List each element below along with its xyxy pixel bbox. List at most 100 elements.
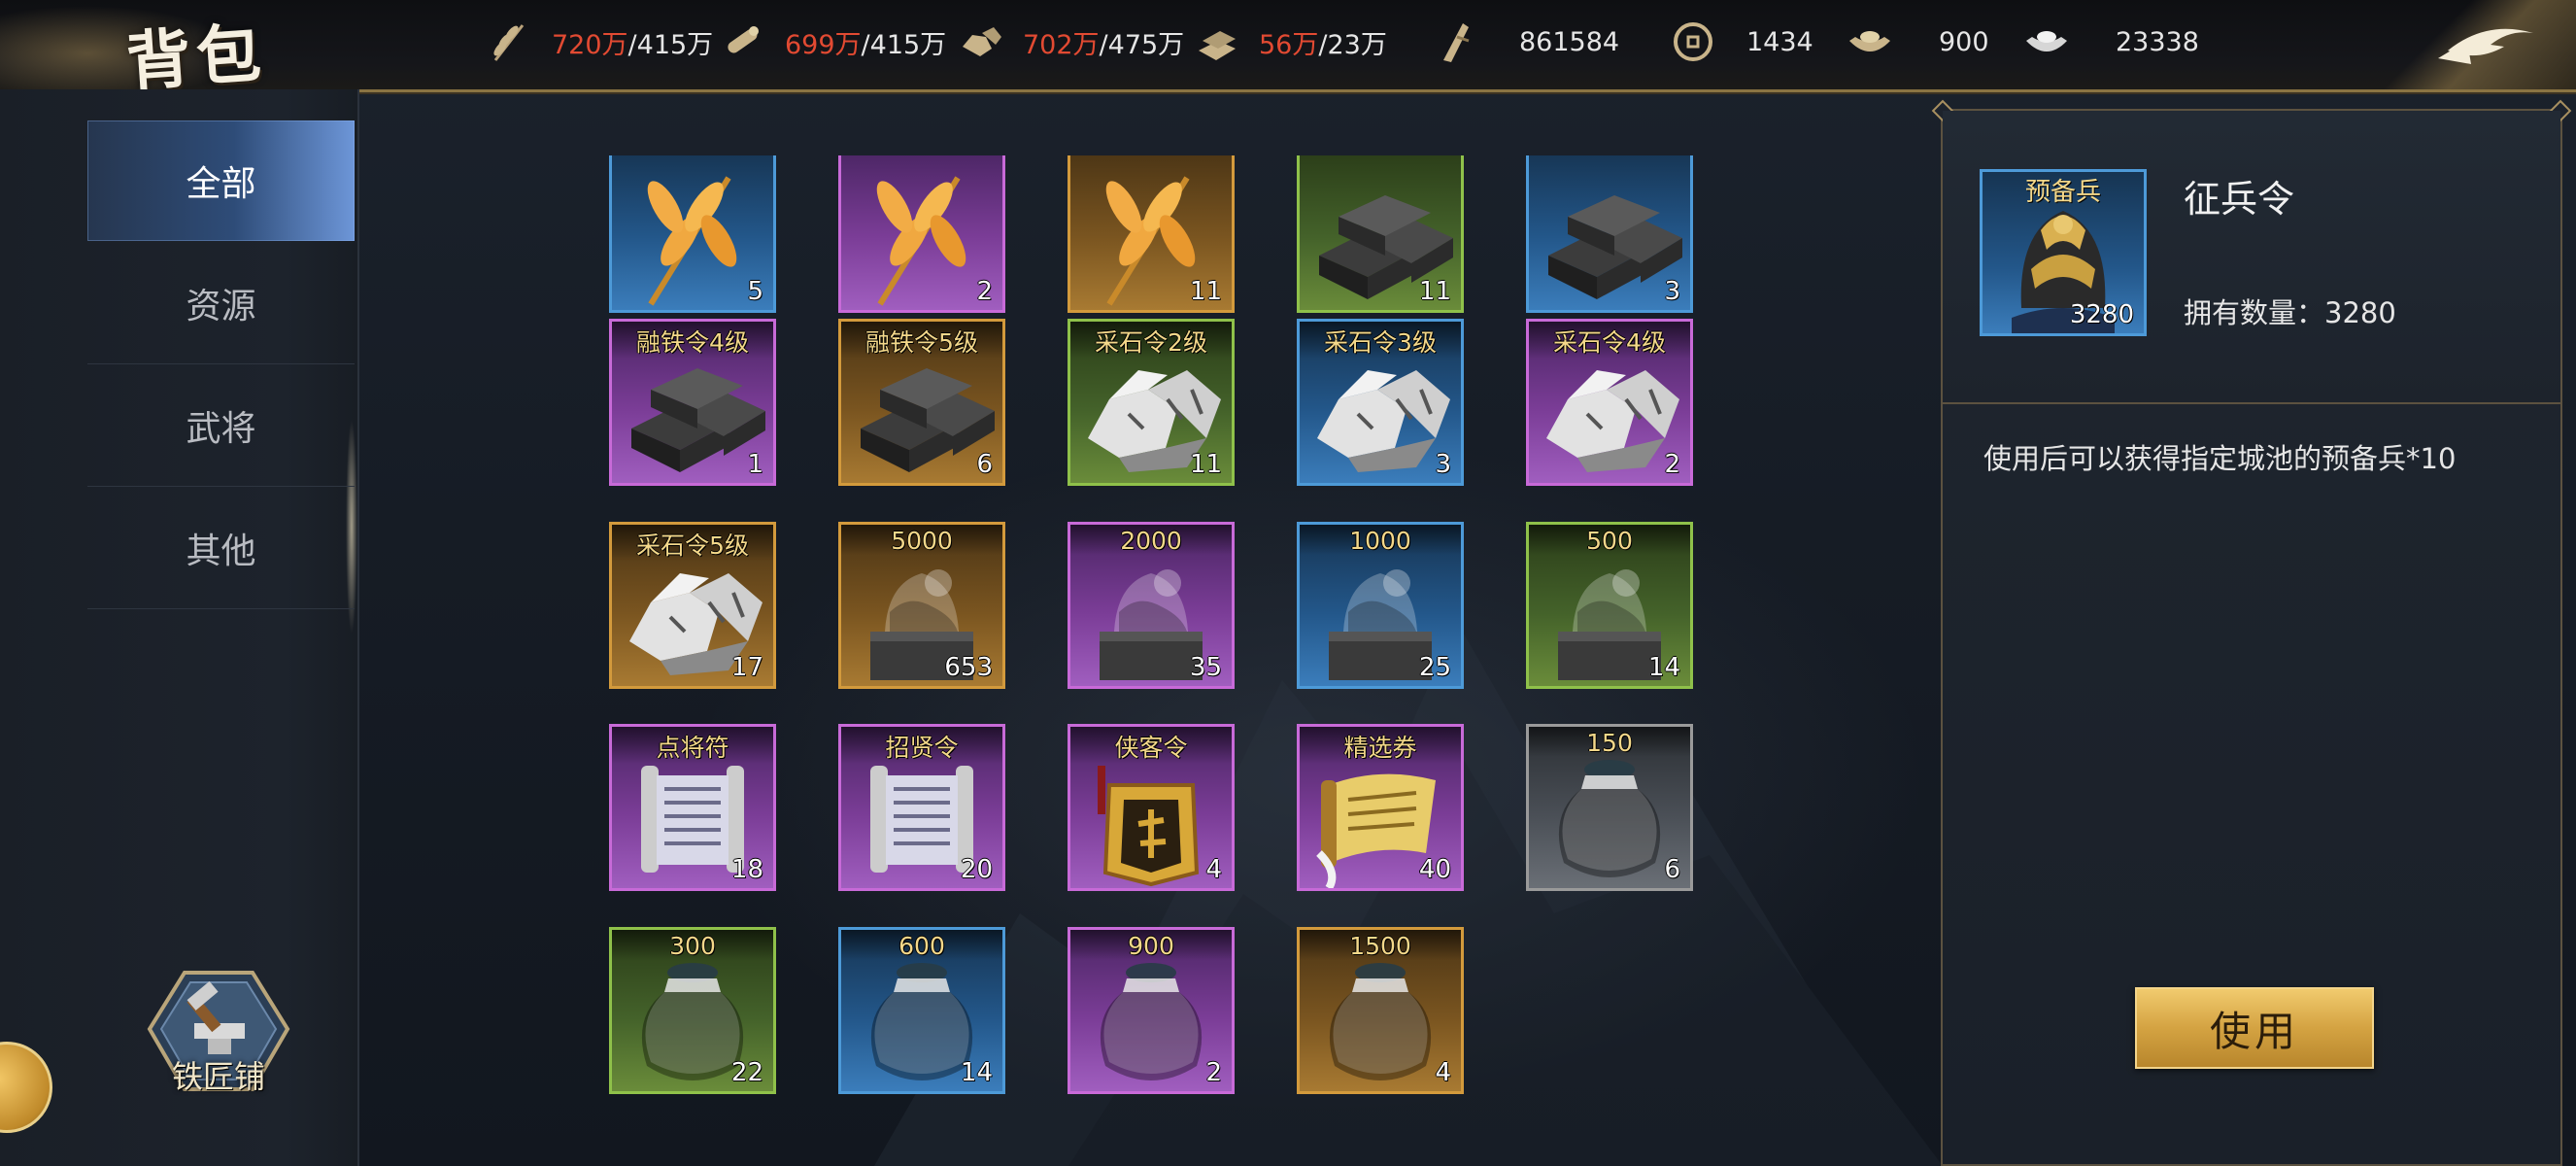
item-slot[interactable]: 1000 25 bbox=[1297, 522, 1464, 689]
item-count: 2 bbox=[976, 277, 993, 306]
item-count: 14 bbox=[960, 1058, 993, 1087]
item-slot[interactable]: 侠客令 4 bbox=[1068, 724, 1235, 891]
item-tag: 600 bbox=[841, 930, 1002, 960]
item-slot[interactable]: 精选券 40 bbox=[1297, 724, 1464, 891]
resource-decree: 861584 bbox=[1430, 17, 1619, 66]
item-slot[interactable]: 1500 4 bbox=[1297, 927, 1464, 1094]
grain-current: 720万 bbox=[552, 29, 628, 60]
resource-grain: 720万 /415万 bbox=[486, 17, 713, 66]
wood-capacity: /415万 bbox=[861, 29, 947, 60]
item-tag: 5000 bbox=[841, 525, 1002, 555]
resource-wood: 699万 /415万 bbox=[719, 17, 946, 66]
item-tag: 1000 bbox=[1300, 525, 1461, 555]
stone-current: 702万 bbox=[1023, 29, 1100, 60]
iron-current: 56万 bbox=[1259, 29, 1319, 60]
top-bar: 背包 720万 /415万 699万 /415万 702万 /475万 56万 … bbox=[0, 0, 2576, 100]
use-button[interactable]: 使用 bbox=[2135, 987, 2374, 1069]
item-tag: 招贤令 bbox=[841, 727, 1002, 764]
copper-coin-value: 1434 bbox=[1746, 26, 1813, 57]
item-count: 4 bbox=[1435, 1058, 1451, 1087]
item-count: 18 bbox=[730, 855, 763, 884]
item-count: 22 bbox=[730, 1058, 763, 1087]
wood-icon bbox=[728, 26, 759, 53]
item-grid: 5 2 11 11 3 融铁令4级 1 融铁令5级 6 采石令2级 11 采石令3级 3 采石令4级 2 采石… bbox=[609, 155, 1697, 1098]
item-slot[interactable]: 5 bbox=[609, 155, 776, 313]
detail-header: 预备兵 3280 征兵令 拥有数量：3280 bbox=[1943, 111, 2560, 404]
detail-description: 使用后可以获得指定城池的预备兵*10 bbox=[1983, 442, 2457, 475]
item-count: 40 bbox=[1418, 855, 1451, 884]
item-tag: 1500 bbox=[1300, 930, 1461, 960]
gold-ingot-value: 900 bbox=[1939, 26, 1989, 57]
item-slot[interactable]: 300 22 bbox=[609, 927, 776, 1094]
item-tag: 2000 bbox=[1070, 525, 1232, 555]
item-count: 5 bbox=[747, 277, 763, 306]
tab-all[interactable]: 全部 bbox=[87, 120, 355, 241]
item-count: 17 bbox=[730, 653, 763, 682]
copper-coin-icon bbox=[1674, 22, 1712, 61]
item-tag: 900 bbox=[1070, 930, 1232, 960]
detail-owned-count: 拥有数量：3280 bbox=[2184, 296, 2396, 329]
item-slot[interactable]: 采石令4级 2 bbox=[1526, 319, 1693, 486]
item-slot[interactable]: 2000 35 bbox=[1068, 522, 1235, 689]
resource-silver-ingot: 23338 bbox=[2022, 17, 2199, 66]
item-slot[interactable]: 招贤令 20 bbox=[838, 724, 1005, 891]
item-count: 3 bbox=[1435, 450, 1451, 479]
item-slot[interactable]: 2 bbox=[838, 155, 1005, 313]
tab-resources[interactable]: 资源 bbox=[87, 243, 355, 364]
wood-current: 699万 bbox=[785, 29, 862, 60]
iron-icon bbox=[1199, 31, 1236, 60]
item-count: 6 bbox=[976, 450, 993, 479]
item-count: 11 bbox=[1418, 277, 1451, 306]
item-slot[interactable]: 900 2 bbox=[1068, 927, 1235, 1094]
item-slot[interactable]: 150 6 bbox=[1526, 724, 1693, 891]
back-arrow-icon[interactable] bbox=[2428, 12, 2545, 80]
item-slot[interactable]: 融铁令4级 1 bbox=[609, 319, 776, 486]
gold-ingot-icon bbox=[1849, 31, 1890, 51]
item-tag: 侠客令 bbox=[1070, 727, 1232, 764]
item-tag: 150 bbox=[1529, 727, 1690, 757]
item-slot[interactable]: 采石令5级 17 bbox=[609, 522, 776, 689]
tab-other[interactable]: 其他 bbox=[87, 488, 355, 609]
detail-item-icon: 预备兵 3280 bbox=[1980, 169, 2147, 336]
item-slot[interactable]: 融铁令5级 6 bbox=[838, 319, 1005, 486]
item-count: 6 bbox=[1664, 855, 1680, 884]
item-count: 1 bbox=[747, 450, 763, 479]
item-slot[interactable]: 500 14 bbox=[1526, 522, 1693, 689]
item-slot[interactable]: 采石令2级 11 bbox=[1068, 319, 1235, 486]
item-count: 11 bbox=[1189, 450, 1222, 479]
item-tag: 精选券 bbox=[1300, 727, 1461, 764]
resource-gold-ingot: 900 bbox=[1846, 17, 1989, 66]
grain-icon bbox=[493, 24, 525, 61]
item-slot[interactable]: 600 14 bbox=[838, 927, 1005, 1094]
item-tag: 500 bbox=[1529, 525, 1690, 555]
silver-ingot-value: 23338 bbox=[2116, 26, 2199, 57]
item-tag: 融铁令4级 bbox=[612, 322, 773, 359]
item-slot[interactable]: 3 bbox=[1526, 155, 1693, 313]
item-count: 14 bbox=[1647, 653, 1680, 682]
item-count: 2 bbox=[1664, 450, 1680, 479]
item-count: 35 bbox=[1189, 653, 1222, 682]
item-count: 4 bbox=[1205, 855, 1222, 884]
detail-item-count: 3280 bbox=[2069, 300, 2134, 329]
item-slot[interactable]: 点将符 18 bbox=[609, 724, 776, 891]
item-slot[interactable]: 11 bbox=[1297, 155, 1464, 313]
resource-copper-coin: 1434 bbox=[1669, 17, 1813, 66]
detail-item-tag: 预备兵 bbox=[2024, 178, 2101, 207]
item-count: 2 bbox=[1205, 1058, 1222, 1087]
item-count: 25 bbox=[1418, 653, 1451, 682]
inventory-screen: 背包 720万 /415万 699万 /415万 702万 /475万 56万 … bbox=[0, 0, 2576, 1166]
blacksmith-label: 铁匠铺 bbox=[171, 1058, 265, 1095]
item-count: 3 bbox=[1664, 277, 1680, 306]
detail-item-name: 征兵令 bbox=[2184, 178, 2295, 221]
item-slot[interactable]: 5000 653 bbox=[838, 522, 1005, 689]
item-slot[interactable]: 采石令3级 3 bbox=[1297, 319, 1464, 486]
silver-ingot-icon bbox=[2026, 31, 2067, 51]
tab-generals[interactable]: 武将 bbox=[87, 365, 355, 487]
item-slot[interactable]: 11 bbox=[1068, 155, 1235, 313]
item-tag: 点将符 bbox=[612, 727, 773, 764]
stone-icon bbox=[963, 27, 1001, 56]
item-tag: 采石令3级 bbox=[1300, 322, 1461, 359]
item-count: 11 bbox=[1189, 277, 1222, 306]
resource-iron: 56万 /23万 bbox=[1193, 17, 1387, 66]
item-tag: 采石令2级 bbox=[1070, 322, 1232, 359]
